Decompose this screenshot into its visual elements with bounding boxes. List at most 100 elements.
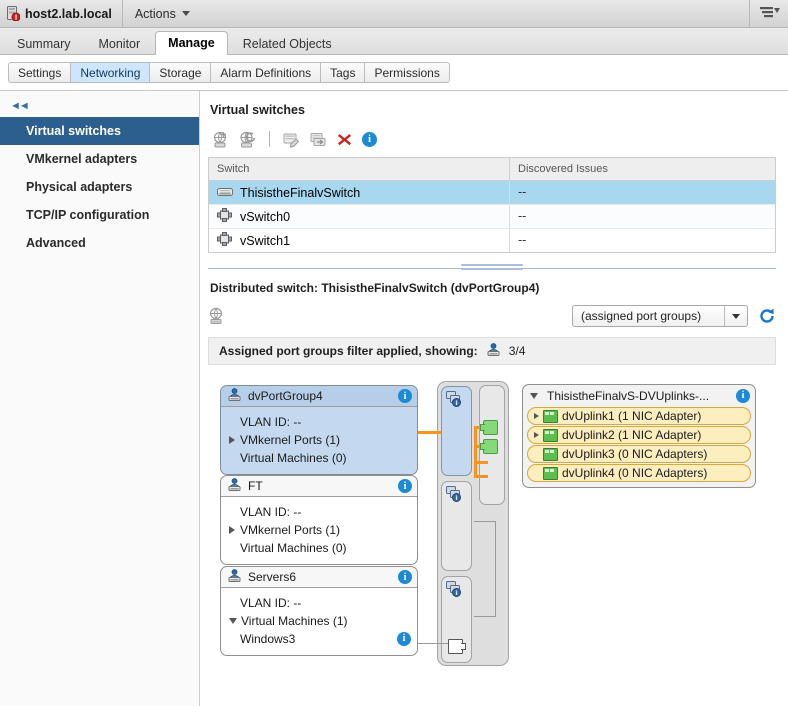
vmkernel-ports-row[interactable]: VMkernel Ports (1)	[229, 431, 411, 449]
vlan-id-row: VLAN ID: --	[229, 413, 411, 431]
table-row[interactable]: vSwitch1 --	[209, 229, 775, 252]
chevron-down-icon[interactable]	[530, 392, 538, 399]
virtual-machines-row: Virtual Machines (0)	[229, 539, 411, 557]
vm-connection-chip	[448, 639, 466, 654]
tab-summary[interactable]: Summary	[4, 32, 83, 54]
info-icon[interactable]: i	[362, 131, 377, 147]
table-header: Switch Discovered Issues	[209, 158, 775, 181]
chevron-right-icon[interactable]	[229, 436, 235, 444]
migrate-networking-icon[interactable]	[310, 131, 327, 148]
port-link-line	[474, 521, 496, 522]
sidebar-collapse-button[interactable]: ◄◄	[0, 95, 199, 117]
vlan-id-label: VLAN ID: --	[240, 596, 302, 610]
tab-related-objects[interactable]: Related Objects	[230, 32, 345, 54]
switch-body	[437, 381, 509, 666]
tab-networking[interactable]: Networking	[70, 62, 150, 83]
uplinks-panel[interactable]: ThisistheFinalvS-DVUplinks-... i dvUplin…	[522, 384, 756, 488]
nic-icon	[543, 466, 558, 480]
port-group-filter-select[interactable]: (assigned port groups)	[572, 305, 748, 327]
sidebar-item-advanced[interactable]: Advanced	[0, 229, 199, 257]
tab-settings[interactable]: Settings	[8, 62, 71, 83]
uplink-item[interactable]: dvUplink3 (0 NIC Adapters)	[527, 445, 751, 463]
sidebar-item-physical-adapters[interactable]: Physical adapters	[0, 173, 199, 201]
tab-tags[interactable]: Tags	[320, 62, 365, 83]
add-host-networking-icon[interactable]	[212, 131, 229, 148]
sidebar-item-tcpip-configuration[interactable]: TCP/IP configuration	[0, 201, 199, 229]
window-menu-button[interactable]	[749, 0, 788, 27]
distributed-switch-toolbar: (assigned port groups)	[208, 303, 776, 329]
edit-settings-icon[interactable]	[283, 131, 300, 148]
host-name-label: host2.lab.local	[25, 6, 112, 21]
port-group-icon	[227, 568, 242, 586]
virtual-machines-row: Virtual Machines (0)	[229, 449, 411, 467]
main-tab-bar: Summary Monitor Manage Related Objects	[0, 28, 788, 55]
table-cell-issues: --	[509, 205, 775, 228]
info-icon[interactable]: i	[398, 479, 412, 493]
host-breadcrumb[interactable]: host2.lab.local	[0, 0, 123, 27]
uplinks-panel-title: ThisistheFinalvS-DVUplinks-...	[547, 388, 710, 403]
vlan-id-row: VLAN ID: --	[229, 594, 411, 612]
virtual-machines-row[interactable]: Virtual Machines (1)	[229, 612, 411, 630]
chevron-right-icon[interactable]	[229, 526, 235, 534]
refresh-networking-icon[interactable]	[239, 131, 256, 148]
info-icon[interactable]: i	[398, 570, 412, 584]
chevron-right-icon[interactable]	[534, 432, 539, 438]
switch-port-block[interactable]	[441, 386, 472, 476]
uplink-label: dvUplink4 (0 NIC Adapters)	[562, 466, 708, 480]
virtual-switches-table: Switch Discovered Issues ThisistheFinalv…	[208, 157, 776, 253]
port-group-icon	[227, 477, 242, 495]
collapse-left-icon: ◄◄	[10, 100, 30, 112]
table-row[interactable]: ThisistheFinalvSwitch --	[209, 181, 775, 205]
info-icon[interactable]: i	[397, 632, 411, 646]
port-group-body: VLAN ID: -- VMkernel Ports (1) Virtual M…	[221, 407, 417, 474]
sidebar-item-virtual-switches[interactable]: Virtual switches	[0, 117, 199, 145]
uplink-label: dvUplink2 (1 NIC Adapter)	[562, 428, 702, 442]
tab-storage[interactable]: Storage	[149, 62, 211, 83]
chevron-right-icon[interactable]	[534, 413, 539, 419]
vm-item-row[interactable]: Windows3 i	[229, 630, 411, 648]
panel-splitter[interactable]	[208, 261, 776, 275]
sidebar-item-vmkernel-adapters[interactable]: VMkernel adapters	[0, 145, 199, 173]
switch-name-label: ThisistheFinalvSwitch	[240, 185, 361, 200]
actions-menu[interactable]: Actions	[123, 0, 202, 27]
tab-alarm-definitions[interactable]: Alarm Definitions	[210, 62, 321, 83]
tab-manage[interactable]: Manage	[155, 31, 228, 55]
remove-icon[interactable]	[337, 132, 352, 147]
splitter-grip	[461, 264, 523, 273]
uplink-item[interactable]: dvUplink4 (0 NIC Adapters)	[527, 464, 751, 482]
vm-name-label: Windows3	[240, 632, 296, 646]
uplink-item[interactable]: dvUplink2 (1 NIC Adapter)	[527, 426, 751, 444]
switch-name-label: vSwitch1	[240, 233, 291, 248]
tab-monitor[interactable]: Monitor	[85, 32, 153, 54]
body-row: ◄◄ Virtual switches VMkernel adapters Ph…	[0, 91, 788, 706]
port-group-box[interactable]: FT i VLAN ID: -- VMkernel Ports (1) Virt…	[220, 475, 418, 565]
manage-physical-adapters-icon[interactable]	[208, 307, 226, 325]
uplink-link-line	[474, 426, 477, 478]
port-group-box[interactable]: dvPortGroup4 i VLAN ID: -- VMkernel Port…	[220, 385, 418, 475]
sub-tab-bar: Settings Networking Storage Alarm Defini…	[0, 55, 788, 91]
title-bar: host2.lab.local Actions	[0, 0, 788, 28]
content-pane: Virtual switches i Switch Discovered Iss…	[200, 91, 788, 706]
port-group-name: dvPortGroup4	[248, 389, 323, 403]
info-icon[interactable]: i	[736, 388, 750, 403]
filter-status-text: Assigned port groups filter applied, sho…	[219, 344, 478, 358]
port-group-box[interactable]: Servers6 i VLAN ID: -- Virtual Machines …	[220, 566, 418, 656]
table-row[interactable]: vSwitch0 --	[209, 205, 775, 229]
info-icon[interactable]: i	[398, 389, 412, 403]
vmkernel-ports-row[interactable]: VMkernel Ports (1)	[229, 521, 411, 539]
port-group-body: VLAN ID: -- Virtual Machines (1) Windows…	[221, 588, 417, 655]
port-group-icon	[486, 342, 501, 360]
chevron-down-icon[interactable]	[229, 618, 237, 624]
vmkernel-ports-label: VMkernel Ports (1)	[240, 523, 341, 537]
refresh-icon[interactable]	[758, 307, 776, 325]
nic-adapter-chip	[480, 439, 498, 454]
virtual-switches-toolbar: i	[212, 127, 776, 151]
port-group-filter-value: (assigned port groups)	[581, 309, 702, 323]
uplink-link-line	[474, 461, 488, 464]
switch-port-block[interactable]	[441, 481, 472, 571]
nic-icon	[543, 428, 558, 442]
tab-permissions[interactable]: Permissions	[364, 62, 450, 83]
vlan-id-label: VLAN ID: --	[240, 505, 302, 519]
uplink-item[interactable]: dvUplink1 (1 NIC Adapter)	[527, 407, 751, 425]
actions-label: Actions	[134, 6, 176, 21]
